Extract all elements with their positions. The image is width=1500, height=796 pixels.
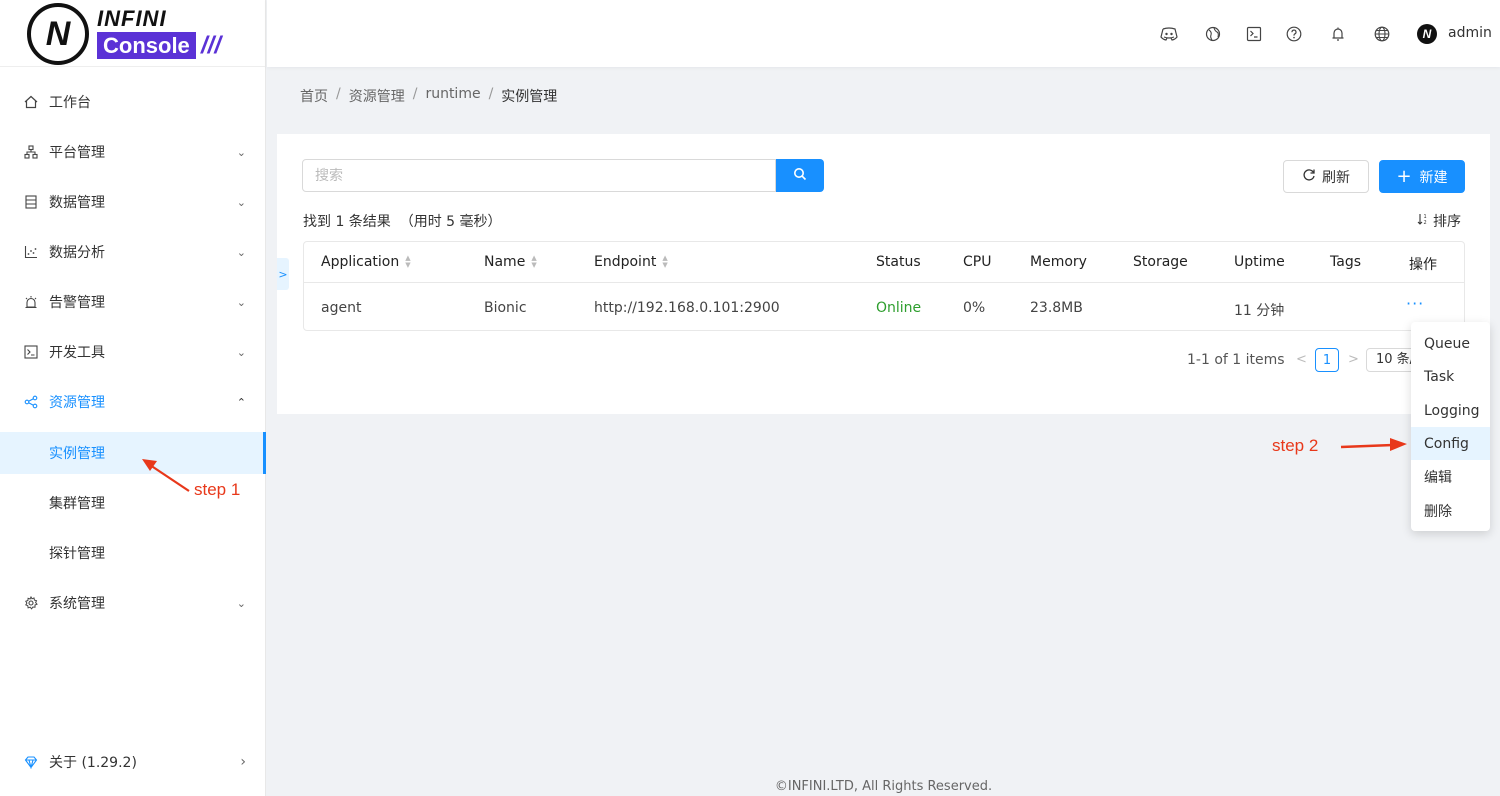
annotation-arrows bbox=[142, 438, 1407, 492]
annotation-step2: step 2 bbox=[1272, 436, 1319, 455]
step1-arrow bbox=[142, 459, 190, 492]
annotation-step1: step 1 bbox=[194, 480, 241, 499]
footer: ©INFINI.LTD, All Rights Reserved. bbox=[774, 779, 993, 794]
step2-arrow bbox=[1340, 438, 1407, 451]
